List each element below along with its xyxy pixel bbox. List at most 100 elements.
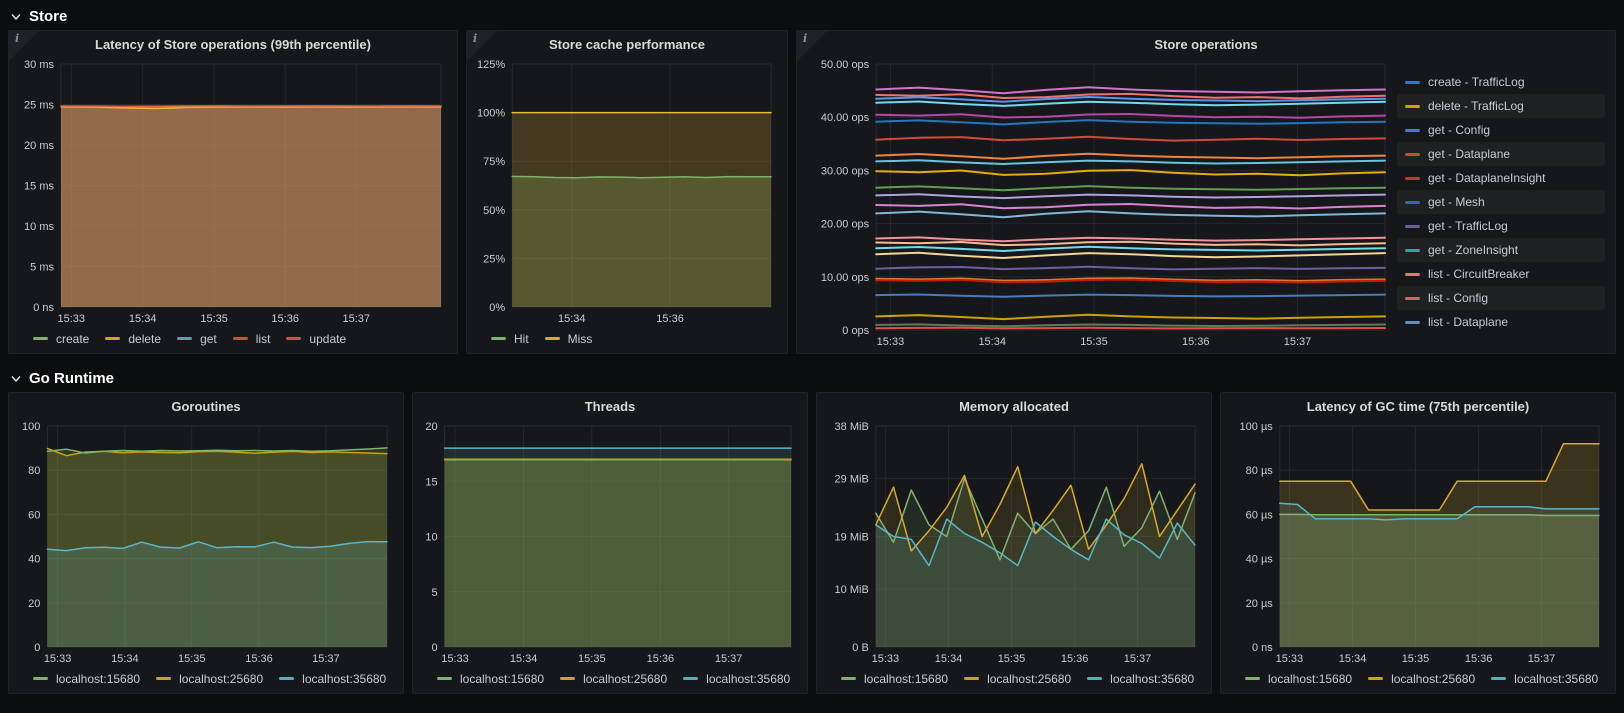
series-color-swatch [491,337,506,340]
svg-text:30.00 ops: 30.00 ops [821,165,870,177]
legend-item[interactable]: localhost:35680 [1491,672,1598,686]
svg-text:15:36: 15:36 [1182,336,1210,348]
panel-latency-store-operations: i Latency of Store operations (99th perc… [8,30,458,354]
legend-item[interactable]: localhost:25680 [156,672,263,686]
svg-text:100 µs: 100 µs [1240,421,1274,433]
goroutines-chart[interactable]: 15:33 15:34 15:35 15:36 15:37 0 20 40 60 80 100 [13,420,395,667]
legend-label: list - Dataplane [1428,315,1509,329]
svg-text:5: 5 [431,587,437,599]
svg-text:80: 80 [28,465,40,477]
svg-text:75%: 75% [483,156,505,168]
panel-info-icon[interactable]: i [467,31,497,61]
panel-title[interactable]: Goroutines [9,393,403,420]
svg-text:15:37: 15:37 [312,653,340,665]
svg-text:100%: 100% [477,108,505,120]
legend-label: Hit [514,331,529,346]
series-color-swatch [560,677,576,680]
legend-item[interactable]: localhost:15680 [1245,672,1352,686]
legend-item[interactable]: localhost:35680 [1087,672,1194,686]
svg-text:25 ms: 25 ms [24,100,54,112]
series-color-swatch [1368,677,1384,680]
svg-text:40: 40 [28,554,40,566]
section-header-go-runtime[interactable]: Go Runtime [8,364,1616,392]
series-color-swatch [964,677,980,680]
legend-item[interactable]: create [33,332,89,346]
svg-text:15:34: 15:34 [129,313,157,325]
legend-item[interactable]: list - Dataplane [1397,310,1605,334]
legend-item[interactable]: get [177,332,217,346]
gc-latency-chart[interactable]: 15:33 15:34 15:35 15:36 15:37 0 ns 20 µs 40 µs 6… [1225,420,1607,667]
legend-item[interactable]: update [286,332,346,346]
svg-text:15:36: 15:36 [245,653,273,665]
svg-text:15:35: 15:35 [1402,653,1430,665]
legend-item[interactable]: localhost:25680 [1368,672,1475,686]
svg-text:60 µs: 60 µs [1246,509,1274,521]
panel-threads: Threads 15:33 15:34 15:35 15:36 15:37 0 5 10 15 2… [412,392,808,694]
legend: Hit Miss [471,327,779,350]
store-panels-row: i Latency of Store operations (99th perc… [8,30,1616,354]
legend-label: localhost:25680 [1391,671,1476,686]
legend-item[interactable]: localhost:15680 [437,672,544,686]
svg-text:15:35: 15:35 [178,653,206,665]
legend-item[interactable]: localhost:35680 [683,672,790,686]
legend-label: localhost:15680 [1268,671,1353,686]
panel-title[interactable]: Store operations [797,31,1615,58]
svg-text:15:34: 15:34 [111,653,139,665]
panel-title[interactable]: Memory allocated [817,393,1211,420]
dashboard-page: Store i Latency of Store operations (99t… [0,0,1624,694]
series-color-swatch [1405,152,1420,156]
legend-item[interactable]: Miss [544,332,592,346]
series-color-swatch [1405,296,1420,300]
svg-text:15:34: 15:34 [978,336,1006,348]
svg-text:15:33: 15:33 [1276,653,1304,665]
svg-text:0%: 0% [489,302,505,314]
legend-item[interactable]: get - DataplaneInsight [1397,166,1605,190]
panel-title[interactable]: Latency of Store operations (99th percen… [9,31,457,58]
legend-item[interactable]: localhost:25680 [964,672,1071,686]
legend-item[interactable]: get - ZoneInsight [1397,238,1605,262]
svg-text:0: 0 [431,642,437,654]
store-operations-chart[interactable]: 15:33 15:34 15:35 15:36 15:37 0 ops 10.00 ops 2… [801,58,1393,350]
legend-item[interactable]: delete - TrafficLog [1397,94,1605,118]
chart-svg: 15:33 15:34 15:35 15:36 15:37 0 20 40 60 80 100 [22,421,388,665]
latency-store-chart[interactable]: 15:33 15:34 15:35 15:36 15:37 0 ns 5 ms 10 ms 15… [13,58,449,327]
legend-item[interactable]: localhost:35680 [279,672,386,686]
legend-item[interactable]: list [232,332,270,346]
svg-text:15:33: 15:33 [441,653,469,665]
legend-label: create - TrafficLog [1428,75,1525,89]
legend-item[interactable]: Hit [491,332,529,346]
svg-text:20 ms: 20 ms [24,140,54,152]
section-header-store[interactable]: Store [8,2,1616,30]
legend-item[interactable]: get - Mesh [1397,190,1605,214]
legend-item[interactable]: localhost:15680 [33,672,140,686]
legend-label: localhost:15680 [864,671,949,686]
legend-item[interactable]: delete [105,332,161,346]
legend-item[interactable]: get - Dataplane [1397,142,1605,166]
panel-title[interactable]: Threads [413,393,807,420]
series-color-swatch [1405,200,1420,204]
legend-item[interactable]: get - Config [1397,118,1605,142]
memory-allocated-chart[interactable]: 15:33 15:34 15:35 15:36 15:37 0 B 10 MiB 19 MiB… [821,420,1203,667]
legend-item[interactable]: localhost:15680 [841,672,948,686]
series-color-swatch [286,337,302,340]
panel-title[interactable]: Store cache performance [467,31,787,58]
threads-chart[interactable]: 15:33 15:34 15:35 15:36 15:37 0 5 10 15 20 [417,420,799,667]
svg-text:10: 10 [425,532,437,544]
store-cache-chart[interactable]: 15:34 15:36 0% 25% 50% 75% 100% 125% [471,58,779,327]
panel-info-icon[interactable]: i [797,31,827,61]
legend-item[interactable]: list - CircuitBreaker [1397,262,1605,286]
legend-item[interactable]: get - TrafficLog [1397,214,1605,238]
panel-info-icon[interactable]: i [9,31,39,61]
series-color-swatch [156,677,172,680]
legend-label: get - DataplaneInsight [1428,171,1546,185]
legend-item[interactable]: list - Config [1397,286,1605,310]
svg-text:15:33: 15:33 [57,313,85,325]
legend-item[interactable]: create - TrafficLog [1397,70,1605,94]
svg-text:15: 15 [425,476,437,488]
chevron-down-icon [10,11,22,23]
svg-text:0: 0 [34,642,40,654]
svg-text:50.00 ops: 50.00 ops [821,59,870,71]
legend-item[interactable]: localhost:25680 [560,672,667,686]
panel-title[interactable]: Latency of GC time (75th percentile) [1221,393,1615,420]
legend-label: localhost:35680 [1110,671,1195,686]
